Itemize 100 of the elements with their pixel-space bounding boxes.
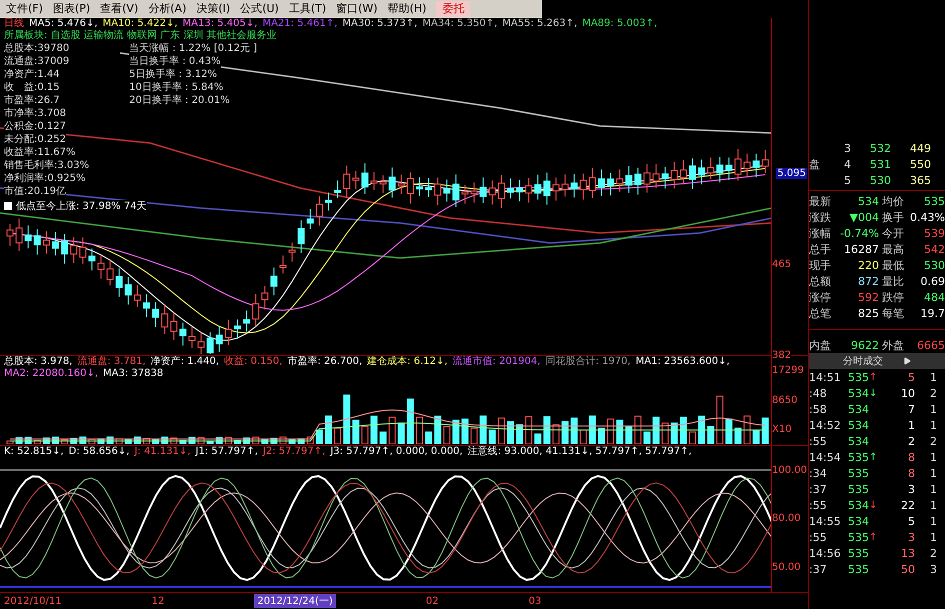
quote-label: 内盘 xyxy=(809,338,832,352)
trade-time: 14:55 xyxy=(809,514,841,528)
moving-average-value: MA34: 5.350↑, xyxy=(422,18,498,30)
quote-value: 872 xyxy=(857,274,879,288)
order-price: 532 xyxy=(869,142,891,154)
price-tick: 382 xyxy=(772,350,792,361)
trade-count: 1 xyxy=(929,402,937,416)
quote-value: 535 xyxy=(923,194,945,208)
trade-time: :34 xyxy=(809,466,828,480)
trade-price: 534 xyxy=(847,514,869,528)
indicator-tick: 50.00 xyxy=(772,562,801,574)
menu-item[interactable]: 分析(A) xyxy=(144,0,190,17)
volume-tick: 8650 xyxy=(772,394,798,406)
menu-item[interactable]: 窗口(W) xyxy=(332,0,382,17)
quote-label: 涨跌 xyxy=(809,210,832,224)
quote-value: 542 xyxy=(923,242,945,256)
trade-count: 2 xyxy=(929,386,937,400)
date-label: 12 xyxy=(152,596,164,607)
trades-header: 分时成交 xyxy=(809,353,945,369)
order-level: 5 xyxy=(843,174,851,186)
menu-item[interactable]: 文件(F) xyxy=(2,0,47,17)
indicator-value: MA1: 23563.600↓, xyxy=(636,356,730,368)
turnover-stat: 20日换手率 : 20.01% xyxy=(129,94,230,107)
quote-label: 每笔 xyxy=(881,306,905,320)
indicator-tick: 100.00 xyxy=(772,464,807,476)
order-volume: 365 xyxy=(909,174,931,186)
quote-value: 16287 xyxy=(843,242,879,256)
volume-tick: 17299 xyxy=(772,365,804,376)
quote-value: 220 xyxy=(857,258,879,272)
trade-price: 534 xyxy=(847,498,869,512)
quote-label: 最高 xyxy=(881,242,905,256)
trade-price: 535 xyxy=(847,466,869,480)
trade-time: :37 xyxy=(809,482,828,496)
quote-label: 总额 xyxy=(809,274,832,288)
price-tick: 465 xyxy=(772,258,792,270)
menu-item[interactable]: 公式(U) xyxy=(236,0,283,17)
trade-arrow: ↓ xyxy=(869,388,878,398)
sector-text: 所属板块: 自选股 运输物流 物联网 广东 深圳 其他社会服务业 xyxy=(4,30,276,42)
trade-time: 14:52 xyxy=(809,418,841,432)
trade-arrow: ↑ xyxy=(869,372,878,382)
fundamental-stat: 收 益:0.15 xyxy=(4,80,60,94)
trade-volume: 5 xyxy=(907,370,915,384)
square-icon xyxy=(4,202,12,210)
turnover-stat: 当日换手率 : 0.43% xyxy=(129,54,221,68)
fundamental-stat: 销售毛利率:3.03% xyxy=(4,158,90,172)
moving-average-value: MA13: 5.405↓, xyxy=(182,18,258,30)
order-level: 3 xyxy=(843,142,851,154)
trade-count: 1 xyxy=(929,370,937,384)
quote-label: 外盘 xyxy=(881,338,905,352)
trade-volume: 10 xyxy=(900,386,915,400)
menu-item[interactable]: 查看(V) xyxy=(96,0,142,17)
menu-item[interactable]: 决策(I) xyxy=(192,0,234,17)
quote-label: 最低 xyxy=(881,258,905,272)
trade-price: 535 xyxy=(847,530,869,544)
trade-time: :55 xyxy=(809,498,828,512)
indicator-value: 建仓成本: 6.12↓, xyxy=(367,356,448,368)
trade-time: 14:56 xyxy=(809,546,841,560)
trade-time: 14:51 xyxy=(809,370,841,384)
trade-volume: 8 xyxy=(907,466,915,480)
turnover-stat: 5日换手率 : 3.12% xyxy=(129,68,217,81)
date-label: 02 xyxy=(426,596,439,607)
menu-item[interactable]: 工具(T) xyxy=(284,0,330,17)
rally-note: 低点至今上涨: 37.98% 74天 xyxy=(16,200,147,213)
trade-volume: 3 xyxy=(907,530,915,544)
menu-item[interactable]: 帮助(H) xyxy=(384,0,430,17)
indicator-value: 同花股合计: 1970, xyxy=(545,356,631,368)
trade-price: 534 xyxy=(847,386,869,400)
trade-time: :48 xyxy=(809,386,828,400)
quote-value: 592 xyxy=(857,290,879,304)
quote-value: 19.7 xyxy=(920,306,945,320)
trade-price: 534 xyxy=(847,402,869,416)
menu-item[interactable]: 图表(P) xyxy=(48,0,94,17)
quote-label: 量比 xyxy=(881,274,905,288)
indicator-value: MA2: 22080.160↓, xyxy=(4,368,98,380)
trade-count: 1 xyxy=(929,530,937,544)
trade-time: :55 xyxy=(809,434,828,448)
order-volume: 550 xyxy=(909,158,931,170)
quote-label: 涨停 xyxy=(809,290,832,304)
fundamental-stat: 市值:20.19亿 xyxy=(4,184,66,198)
trade-count: 2 xyxy=(929,434,937,448)
chart-period: 日线 xyxy=(4,18,24,30)
trade-count: 1 xyxy=(929,482,937,496)
trade-button[interactable]: 委托 xyxy=(436,0,470,17)
fundamental-stat: 净资产:1.44 xyxy=(4,68,60,81)
trade-count: 1 xyxy=(929,450,937,464)
trade-volume: 22 xyxy=(900,498,915,512)
trade-arrow: ↑ xyxy=(869,452,878,462)
quote-label: 最新 xyxy=(809,194,832,208)
current-price-tag: 5.095 xyxy=(776,168,807,179)
trade-count: 1 xyxy=(929,418,937,432)
quote-label: 跌停 xyxy=(881,290,905,304)
quote-value: 534 xyxy=(857,194,879,208)
date-label: 2012/12/24(一) xyxy=(254,594,336,608)
trade-volume: 3 xyxy=(907,482,915,496)
trade-volume: 13 xyxy=(900,546,915,560)
play-icon xyxy=(903,357,911,365)
trade-time: 14:54 xyxy=(809,450,841,464)
moving-average-value: MA5: 5.476↓, xyxy=(29,18,98,30)
quote-label: 均价 xyxy=(881,194,905,208)
quote-label: 换手 xyxy=(881,210,905,224)
